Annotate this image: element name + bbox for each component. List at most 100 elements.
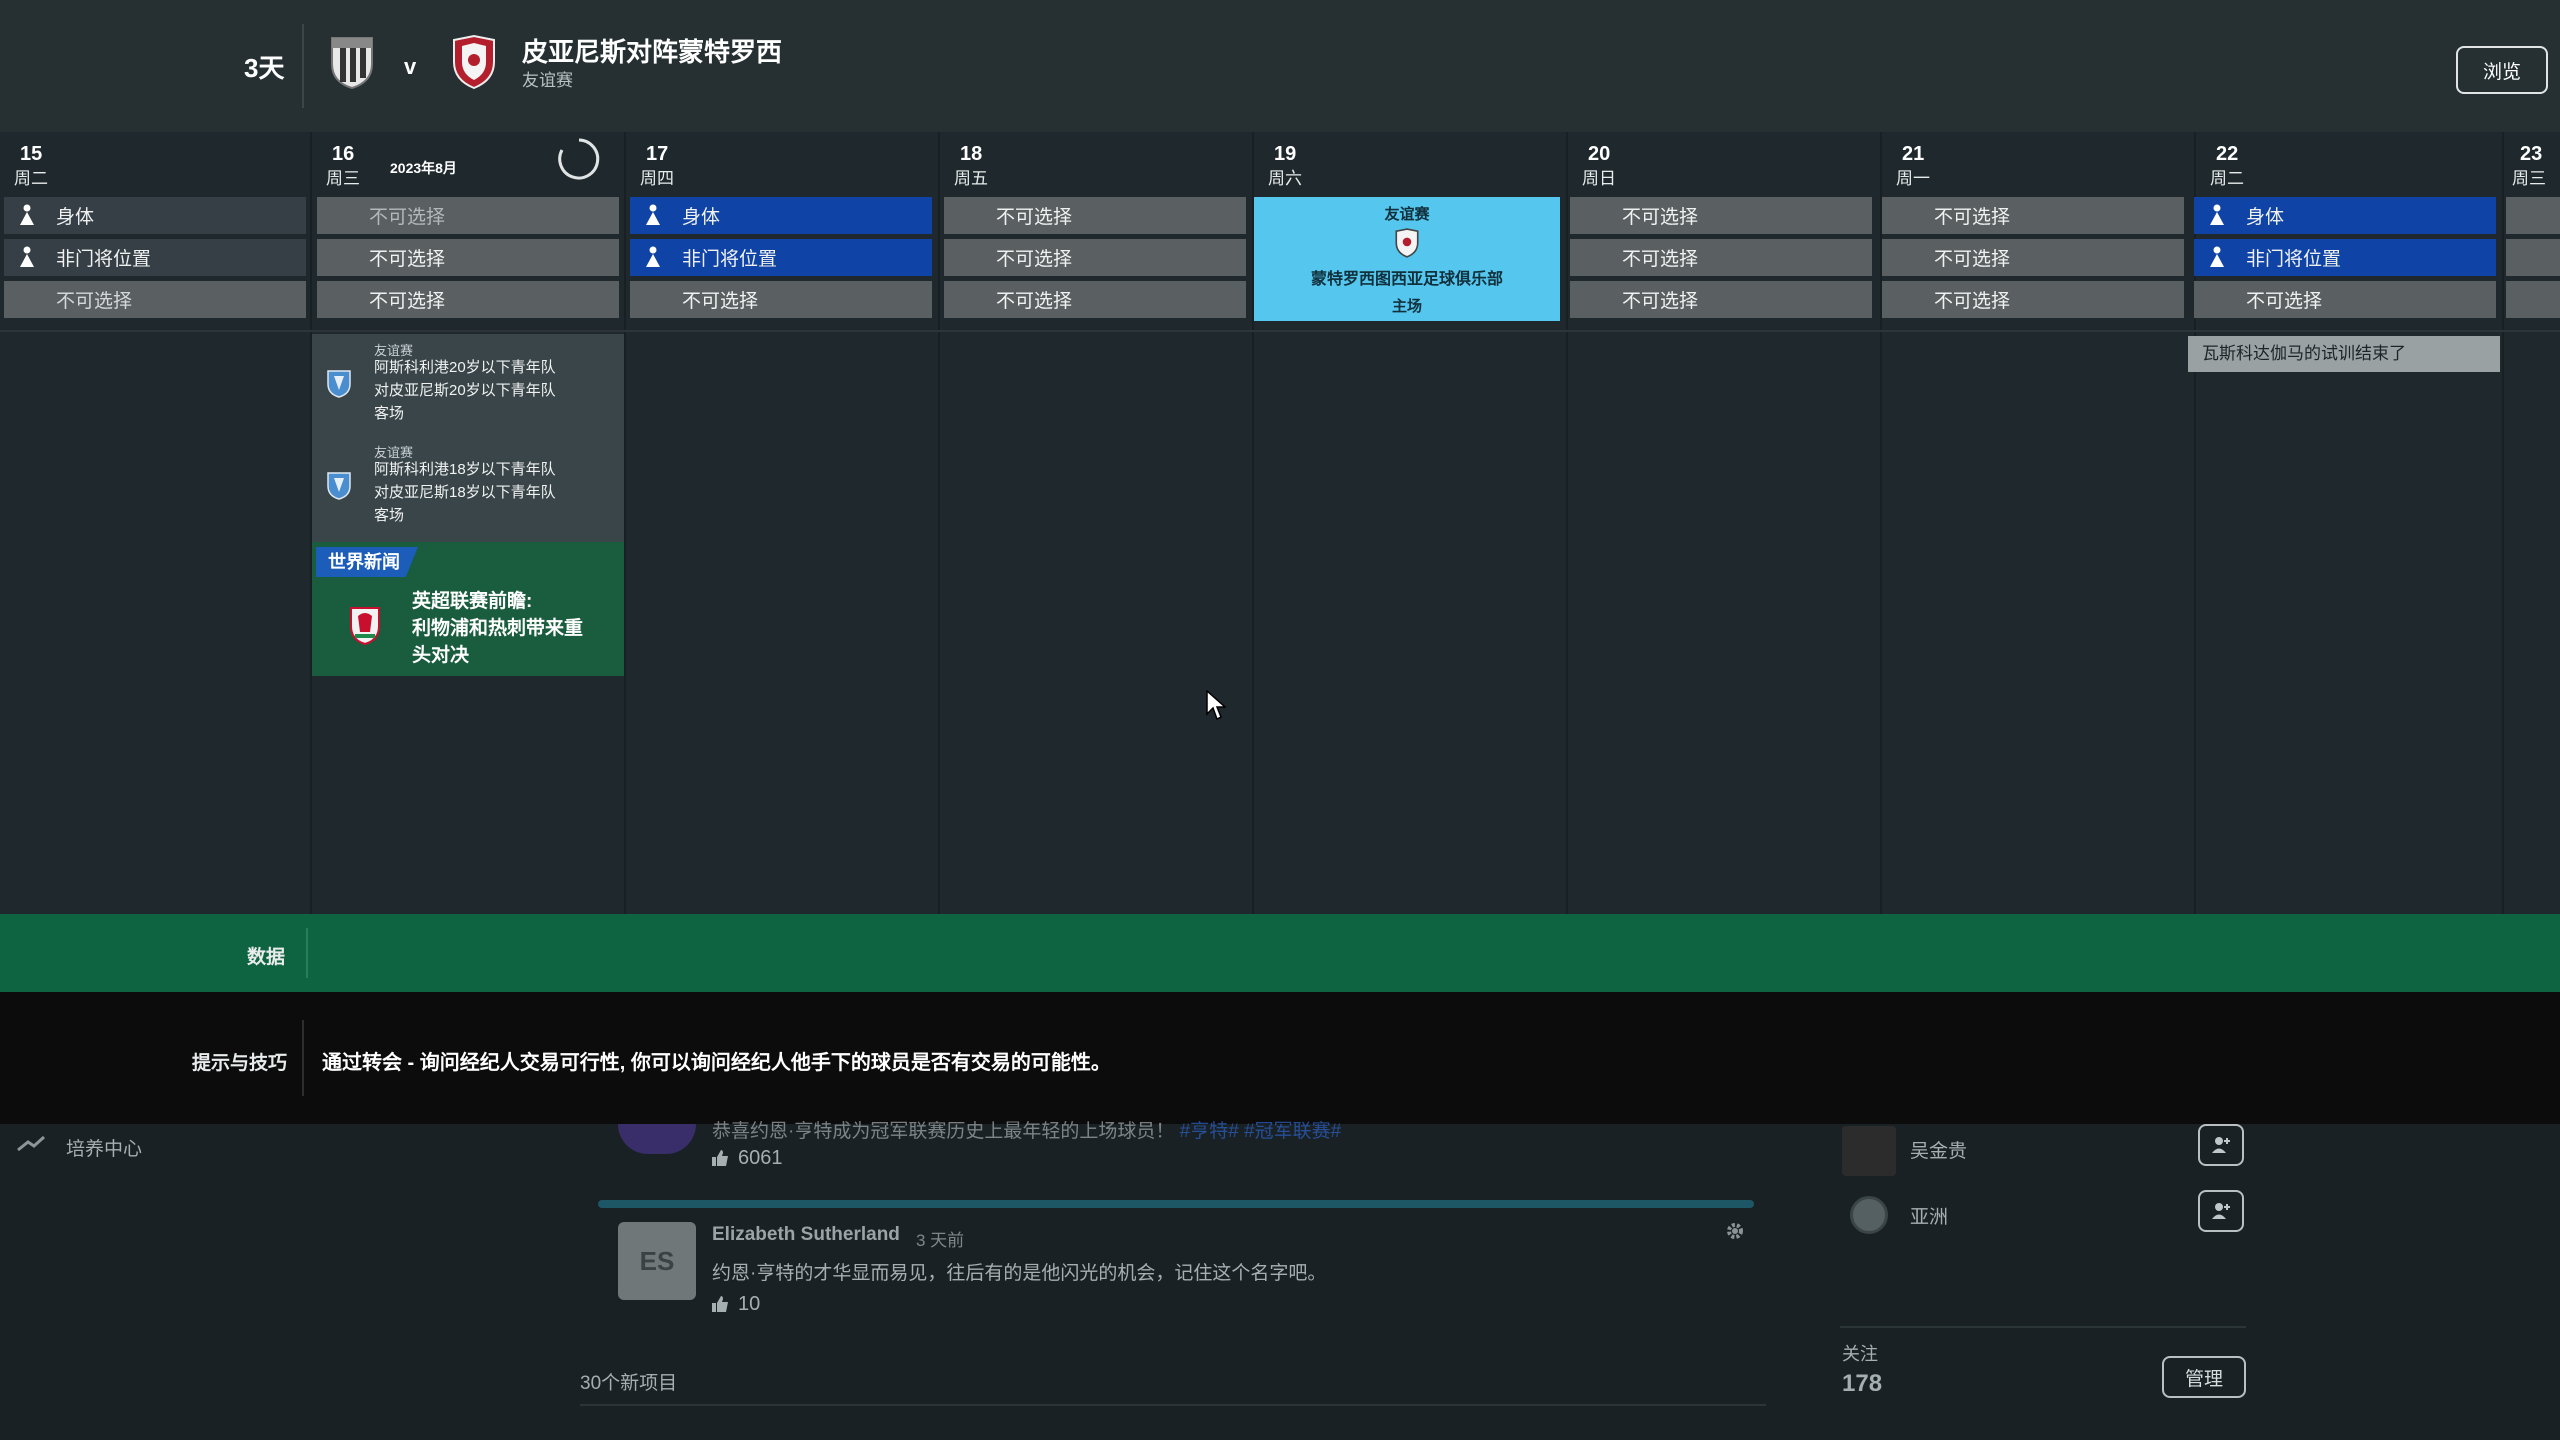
thumbs-up-icon[interactable] bbox=[710, 1294, 730, 1314]
slot-label: 身体 bbox=[2246, 207, 2285, 228]
youth-match-event[interactable]: 友谊赛 阿斯科利港18岁以下青年队 对皮亚尼斯18岁以下青年队 客场 bbox=[312, 436, 624, 540]
slot-label: 不可选择 bbox=[682, 291, 759, 312]
like-count: 10 bbox=[738, 1293, 761, 1315]
slot-label: 身体 bbox=[682, 207, 721, 228]
day-number: 19 bbox=[1274, 143, 1297, 165]
divider bbox=[580, 1404, 1766, 1406]
day-weekday: 周日 bbox=[1582, 169, 1616, 188]
data-bar[interactable] bbox=[0, 914, 2560, 992]
avatar bbox=[1842, 1126, 1896, 1176]
training-icon bbox=[646, 204, 660, 225]
trial-ended-notice[interactable]: 瓦斯科达伽马的试训结束了 bbox=[2188, 336, 2500, 372]
event-line: 阿斯科利港18岁以下青年队 bbox=[374, 461, 556, 478]
friendly-match-card[interactable]: 友谊赛 蒙特罗西图西亚足球俱乐部 主场 bbox=[1254, 197, 1560, 321]
slot-unavailable: 不可选择 bbox=[944, 281, 1246, 318]
home-club-crest-icon[interactable] bbox=[328, 34, 376, 90]
day-number: 23 bbox=[2520, 143, 2543, 165]
divider bbox=[1840, 1326, 2246, 1328]
column-divider bbox=[1566, 132, 1568, 914]
day-number: 17 bbox=[646, 143, 669, 165]
slot-label: 身体 bbox=[56, 207, 95, 228]
slot-label: 不可选择 bbox=[1934, 207, 2011, 228]
slot-label: 不可选择 bbox=[996, 291, 1073, 312]
day-weekday: 周六 bbox=[1268, 169, 1302, 188]
header-divider bbox=[302, 24, 304, 108]
browse-button[interactable]: 浏览 bbox=[2456, 46, 2548, 94]
comment-time: 3 天前 bbox=[916, 1231, 965, 1250]
slot-unavailable: 不可选择 bbox=[4, 281, 306, 318]
tips-label: 提示与技巧 bbox=[192, 1053, 288, 1074]
data-tab-label[interactable]: 数据 bbox=[247, 942, 285, 969]
slot-label: 不可选择 bbox=[369, 249, 446, 270]
match-type: 友谊赛 bbox=[1384, 206, 1430, 223]
row-divider bbox=[0, 330, 2560, 332]
day-events-panel: 友谊赛 阿斯科利港20岁以下青年队 对皮亚尼斯20岁以下青年队 客场 友谊赛 阿… bbox=[312, 334, 624, 542]
add-person-icon bbox=[2212, 1137, 2230, 1153]
day-weekday: 周二 bbox=[2210, 169, 2244, 188]
event-line: 阿斯科利港20岁以下青年队 bbox=[374, 359, 556, 376]
follow-button[interactable] bbox=[2198, 1190, 2244, 1232]
slot-label: 不可选择 bbox=[56, 291, 133, 312]
follow-name[interactable]: 吴金贵 bbox=[1910, 1136, 1967, 1163]
slot-label: 不可选择 bbox=[1622, 249, 1699, 270]
comment-author[interactable]: Elizabeth Sutherland bbox=[712, 1224, 900, 1246]
event-venue: 客场 bbox=[374, 405, 405, 422]
gear-icon[interactable] bbox=[1724, 1220, 1746, 1242]
away-club-crest-icon[interactable] bbox=[450, 34, 498, 90]
slot-unavailable: 不可选择 bbox=[1882, 239, 2184, 276]
column-divider bbox=[938, 132, 940, 914]
slot-unavailable: 不可选择 bbox=[317, 197, 619, 234]
column-divider bbox=[624, 132, 626, 914]
day-weekday: 周二 bbox=[14, 169, 48, 188]
news-tag: 世界新闻 bbox=[316, 547, 418, 577]
slot-label: 不可选择 bbox=[369, 207, 446, 228]
day-weekday: 周四 bbox=[640, 169, 674, 188]
slot-unavailable: 不可选择 bbox=[944, 239, 1246, 276]
sidebar-item-academy[interactable]: 培养中心 bbox=[66, 1134, 142, 1161]
opponent-name: 蒙特罗西图西亚足球俱乐部 bbox=[1310, 271, 1503, 288]
day-weekday: 周三 bbox=[326, 169, 360, 188]
day-weekday: 周三 bbox=[2512, 169, 2546, 188]
day-number: 21 bbox=[1902, 143, 1925, 165]
event-venue: 客场 bbox=[374, 507, 405, 524]
training-slot-position[interactable]: 非门将位置 bbox=[4, 239, 306, 276]
divider bbox=[306, 928, 308, 978]
training-slot-position[interactable]: 非门将位置 bbox=[630, 239, 932, 276]
slot-partial bbox=[2506, 239, 2560, 276]
slot-label: 不可选择 bbox=[1622, 207, 1699, 228]
day-number: 22 bbox=[2216, 143, 2239, 165]
match-header bbox=[0, 0, 2560, 132]
youth-match-event[interactable]: 友谊赛 阿斯科利港20岁以下青年队 对皮亚尼斯20岁以下青年队 客场 bbox=[312, 334, 624, 438]
slot-partial bbox=[2506, 197, 2560, 234]
slot-label: 不可选择 bbox=[1934, 249, 2011, 270]
days-until-match: 3天 bbox=[244, 53, 285, 83]
divider bbox=[598, 1200, 1754, 1208]
new-items-count[interactable]: 30个新项目 bbox=[580, 1368, 677, 1395]
slot-unavailable: 不可选择 bbox=[2194, 281, 2496, 318]
event-line: 对皮亚尼斯20岁以下青年队 bbox=[374, 382, 556, 399]
training-icon bbox=[646, 246, 660, 267]
club-crest-icon bbox=[327, 370, 351, 398]
month-label: 2023年8月 bbox=[390, 160, 457, 176]
news-headline: 利物浦和热刺带来重 bbox=[412, 618, 584, 639]
growth-icon bbox=[17, 1135, 46, 1152]
training-slot-position[interactable]: 非门将位置 bbox=[2194, 239, 2496, 276]
day-number: 16 bbox=[332, 143, 355, 165]
follow-name[interactable]: 亚洲 bbox=[1910, 1202, 1948, 1229]
loading-spinner-icon bbox=[558, 138, 600, 180]
follow-button[interactable] bbox=[2198, 1124, 2244, 1166]
manage-button[interactable]: 管理 bbox=[2162, 1356, 2246, 1398]
club-crest-icon bbox=[327, 472, 351, 500]
training-icon bbox=[20, 204, 34, 225]
training-slot-physical[interactable]: 身体 bbox=[630, 197, 932, 234]
day-weekday: 周一 bbox=[1896, 169, 1930, 188]
event-line: 对皮亚尼斯18岁以下青年队 bbox=[374, 484, 556, 501]
news-headline: 英超联赛前瞻: bbox=[412, 591, 533, 612]
slot-unavailable: 不可选择 bbox=[317, 281, 619, 318]
training-slot-physical[interactable]: 身体 bbox=[4, 197, 306, 234]
match-title: 皮亚尼斯对阵蒙特罗西 bbox=[522, 37, 783, 67]
post-text: 恭喜约恩·亨特成为冠军联赛历史上最年轻的上场球员！ #亨特# #冠军联赛# bbox=[712, 1121, 1342, 1142]
training-slot-physical[interactable]: 身体 bbox=[2194, 197, 2496, 234]
thumbs-up-icon[interactable] bbox=[710, 1148, 730, 1168]
match-venue: 主场 bbox=[1391, 298, 1422, 315]
